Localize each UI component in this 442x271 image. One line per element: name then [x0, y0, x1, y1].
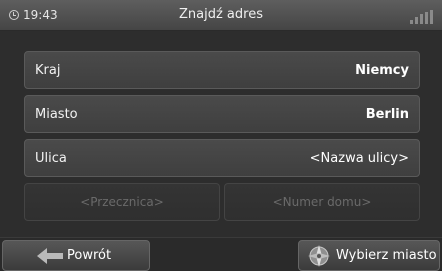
compass-icon	[308, 245, 330, 267]
cross-street-field: <Przecznica>	[24, 183, 220, 221]
address-form: Kraj Niemcy Miasto Berlin Ulica <Nazwa u…	[0, 31, 442, 237]
back-button[interactable]: Powrót	[2, 240, 150, 271]
street-value: <Nazwa ulicy>	[309, 151, 409, 166]
street-label: Ulica	[35, 151, 67, 166]
country-row[interactable]: Kraj Niemcy	[24, 51, 420, 89]
country-value: Niemcy	[355, 63, 409, 78]
title-bar: 19:43 Znajdź adres	[0, 0, 442, 31]
bottom-bar: Powrót Wybierz miasto	[0, 238, 442, 271]
signal-icon	[410, 10, 434, 24]
street-row[interactable]: Ulica <Nazwa ulicy>	[24, 139, 420, 177]
select-city-button[interactable]: Wybierz miasto	[298, 240, 440, 271]
country-label: Kraj	[35, 63, 61, 78]
select-city-label: Wybierz miasto	[336, 248, 437, 263]
house-number-field: <Numer domu>	[224, 183, 420, 221]
city-label: Miasto	[35, 107, 78, 122]
city-row[interactable]: Miasto Berlin	[24, 95, 420, 133]
back-button-label: Powrót	[67, 248, 112, 263]
screen-title: Znajdź adres	[179, 7, 263, 22]
city-value: Berlin	[365, 107, 409, 122]
arrow-left-icon	[37, 248, 63, 264]
